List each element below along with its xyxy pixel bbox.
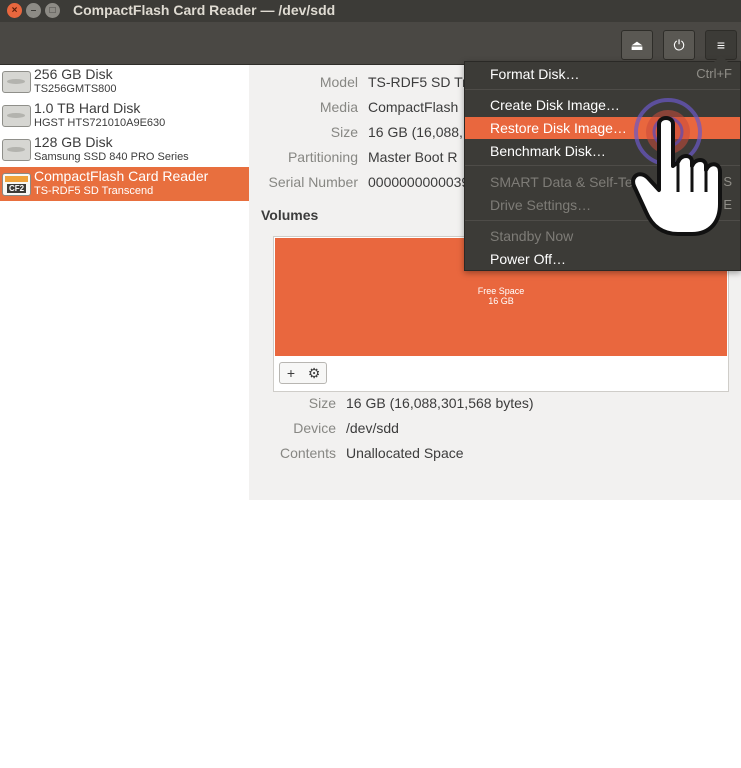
drive-model: Samsung SSD 840 PRO Series: [34, 151, 189, 163]
serial-number-value: 0000000000039: [368, 174, 470, 190]
drive-model: TS256GMTS800: [34, 83, 117, 95]
volume-contents-value: Unallocated Space: [346, 445, 464, 461]
gear-icon[interactable]: ⚙: [303, 363, 325, 383]
compactflash-icon-label: CF2: [7, 184, 27, 193]
volume-size-value: 16 GB (16,088,301,568 bytes): [346, 395, 534, 411]
volumes-heading: Volumes: [261, 207, 319, 223]
power-off-button[interactable]: ⏻: [663, 30, 695, 60]
menu-item-label: Benchmark Disk…: [490, 143, 606, 159]
power-icon: ⏻: [673, 37, 685, 53]
free-space-size: 16 GB: [488, 296, 514, 306]
model-value: TS-RDF5 SD Tr: [368, 74, 467, 90]
size-label: Size: [330, 124, 358, 140]
hamburger-menu-icon: ≡: [716, 37, 726, 53]
menu-item-label: Standby Now: [490, 228, 574, 244]
volume-device-label: Device: [293, 420, 336, 436]
drive-model: TS-RDF5 SD Transcend: [34, 185, 154, 197]
drive-model: HGST HTS721010A9E630: [34, 117, 166, 129]
media-value: CompactFlash: [368, 99, 459, 115]
drive-item-128gb[interactable]: 128 GB Disk Samsung SSD 840 PRO Series: [0, 133, 249, 167]
volume-size-label: Size: [308, 395, 336, 411]
drive-item-1tb[interactable]: 1.0 TB Hard Disk HGST HTS721010A9E630: [0, 99, 249, 133]
free-space-caption: Free Space 16 GB: [275, 286, 727, 306]
disk-icon: [2, 71, 31, 93]
maximize-window-icon[interactable]: □: [45, 3, 60, 18]
disk-icon: [2, 105, 31, 127]
drive-name: 128 GB Disk: [34, 134, 113, 150]
menu-item-power-off[interactable]: Power Off…: [465, 248, 740, 270]
drive-item-256gb[interactable]: 256 GB Disk TS256GMTS800: [0, 65, 249, 99]
menu-item-shortcut: Ctrl+F: [696, 66, 732, 81]
drive-item-compactflash[interactable]: CF2 CompactFlash Card Reader TS-RDF5 SD …: [0, 167, 249, 201]
menu-item-label: Format Disk…: [490, 66, 580, 82]
volume-contents-label: Contents: [279, 445, 336, 461]
menu-item-label: Restore Disk Image…: [490, 120, 627, 136]
title-bar: × – □ CompactFlash Card Reader — /dev/sd…: [0, 0, 741, 22]
drive-name: 256 GB Disk: [34, 66, 113, 82]
window-title: CompactFlash Card Reader — /dev/sdd: [73, 2, 336, 18]
menu-item-label: Power Off…: [490, 251, 566, 267]
partitioning-label: Partitioning: [287, 149, 358, 165]
serial-number-label: Serial Number: [268, 174, 358, 190]
size-value: 16 GB (16,088,: [368, 124, 463, 140]
volume-actions: + ⚙: [279, 362, 327, 384]
menu-separator: [465, 89, 740, 90]
volume-device-value: /dev/sdd: [346, 420, 399, 436]
menu-item-format-disk[interactable]: Format Disk… Ctrl+F: [465, 63, 740, 85]
minimize-window-icon[interactable]: –: [26, 3, 41, 18]
eject-icon: ⏏: [630, 37, 644, 53]
disk-icon: [2, 139, 31, 161]
hand-pointer-icon: [631, 98, 722, 236]
add-partition-button[interactable]: +: [280, 363, 302, 383]
disks-window: × – □ CompactFlash Card Reader — /dev/sd…: [0, 0, 741, 500]
header-bar: ⏏ ⏻ ≡: [0, 22, 741, 65]
eject-button[interactable]: ⏏: [621, 30, 653, 60]
close-window-icon[interactable]: ×: [7, 3, 22, 18]
partitioning-value: Master Boot R: [368, 149, 458, 165]
menu-item-label: Create Disk Image…: [490, 97, 620, 113]
free-space-label: Free Space: [477, 286, 525, 296]
drive-list: 256 GB Disk TS256GMTS800 1.0 TB Hard Dis…: [0, 65, 249, 500]
menu-item-label: Drive Settings…: [490, 197, 592, 213]
drive-name: CompactFlash Card Reader: [34, 168, 209, 184]
drive-name: 1.0 TB Hard Disk: [34, 100, 141, 116]
model-label: Model: [319, 74, 358, 90]
media-label: Media: [319, 99, 358, 115]
compactflash-icon: CF2: [2, 173, 31, 196]
